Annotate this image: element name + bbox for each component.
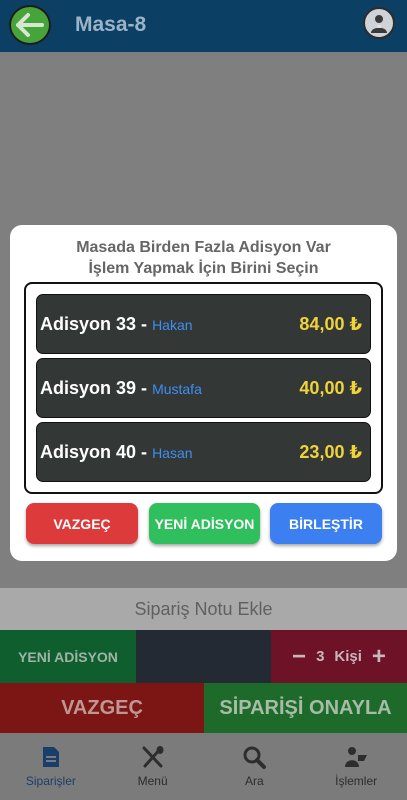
adisyon-waiter: Mustafa: [152, 381, 202, 397]
order-actions-row: YENİ ADİSYON − 3 Kişi +: [0, 630, 407, 683]
adisyon-separator: -: [141, 442, 148, 462]
adisyon-item-40[interactable]: Adisyon 40 - Hasan 23,00 ₺: [36, 422, 371, 482]
adisyon-name-line: Adisyon 39 - Mustafa: [40, 378, 202, 399]
adisyon-name-line: Adisyon 33 - Hakan: [40, 314, 193, 335]
nav-item-label: Siparişler: [25, 774, 76, 788]
nav-item-orders[interactable]: Siparişler: [0, 733, 102, 800]
adisyon-amount: 40,00 ₺: [299, 378, 362, 398]
bottom-navigation: Siparişler Menü Ara İşlemler: [0, 733, 407, 800]
profile-button[interactable]: [363, 7, 395, 39]
order-confirm-button[interactable]: SİPARİŞİ ONAYLA: [204, 683, 407, 733]
page-title: Masa-8: [75, 13, 147, 36]
increase-person-button[interactable]: +: [372, 643, 386, 671]
new-adisyon-button[interactable]: YENİ ADİSYON: [0, 630, 136, 683]
decrease-person-button[interactable]: −: [292, 643, 306, 671]
adisyon-waiter: Hasan: [152, 445, 193, 461]
adisyon-amount: 23,00 ₺: [299, 442, 362, 462]
adisyon-name-line: Adisyon 40 - Hasan: [40, 442, 193, 463]
dialog-title-line-2: İşlem Yapmak İçin Birini Seçin: [88, 260, 319, 277]
adisyon-separator: -: [141, 378, 148, 398]
app-bar: Masa-8: [0, 0, 407, 52]
operations-icon: [345, 747, 368, 767]
nav-item-label: Ara: [245, 774, 264, 788]
new-adisyon-dialog-button[interactable]: YENİ ADİSYON: [149, 503, 260, 544]
adisyon-name: Adisyon 40: [40, 442, 137, 462]
order-note-label: Sipariş Notu Ekle: [134, 598, 273, 619]
document-icon: [42, 747, 59, 767]
dialog-title-line-1: Masada Birden Fazla Adisyon Var: [76, 239, 331, 256]
person-count-stepper: − 3 Kişi +: [271, 630, 407, 683]
order-actions-spacer: [136, 630, 271, 683]
cancel-button[interactable]: VAZGEÇ: [26, 503, 138, 544]
nav-item-search[interactable]: Ara: [204, 733, 306, 800]
adisyon-item-33[interactable]: Adisyon 33 - Hakan 84,00 ₺: [36, 294, 371, 354]
utensils-icon: [142, 746, 164, 768]
adisyon-list: Adisyon 33 - Hakan 84,00 ₺ Adisyon 39 - …: [24, 282, 383, 494]
waiter-avatar-icon: [371, 15, 387, 33]
merge-button[interactable]: BİRLEŞTİR: [270, 503, 382, 544]
nav-item-menu[interactable]: Menü: [102, 733, 204, 800]
adisyon-waiter: Hakan: [152, 317, 193, 333]
search-icon: [243, 746, 267, 769]
nav-item-label: Menü: [137, 774, 168, 788]
person-count-value: 3: [316, 648, 325, 665]
order-submit-row: VAZGEÇ SİPARİŞİ ONAYLA: [0, 683, 407, 733]
nav-item-operations[interactable]: İşlemler: [305, 733, 407, 800]
order-cancel-button[interactable]: VAZGEÇ: [0, 683, 204, 733]
adisyon-separator: -: [141, 314, 148, 334]
adisyon-amount: 84,00 ₺: [299, 314, 362, 334]
adisyon-name: Adisyon 39: [40, 378, 137, 398]
adisyon-name: Adisyon 33: [40, 314, 137, 334]
arrow-left-icon: [16, 13, 44, 37]
adisyon-item-39[interactable]: Adisyon 39 - Mustafa 40,00 ₺: [36, 358, 371, 418]
adisyon-select-dialog: Masada Birden Fazla Adisyon Var İşlem Ya…: [10, 225, 397, 561]
order-note-button[interactable]: Sipariş Notu Ekle: [0, 588, 407, 630]
person-count-label: Kişi: [334, 648, 362, 665]
nav-item-label: İşlemler: [335, 774, 378, 788]
dialog-title: Masada Birden Fazla Adisyon Var İşlem Ya…: [10, 237, 397, 279]
back-button[interactable]: [9, 5, 51, 45]
